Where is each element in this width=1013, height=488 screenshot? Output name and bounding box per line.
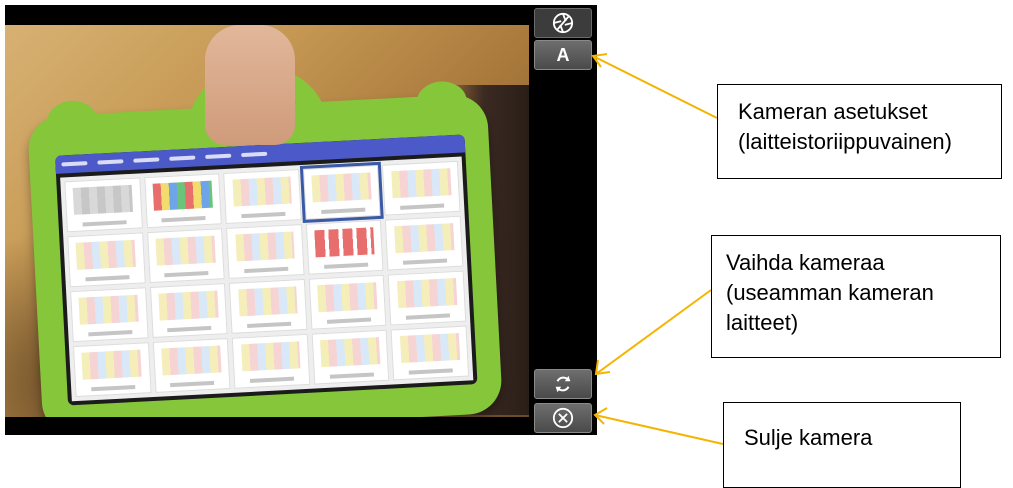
callout-line: Sulje kamera (744, 425, 873, 450)
arrow-to-settings (592, 55, 718, 119)
arrow-to-switch (595, 289, 712, 375)
callout-close-camera: Sulje kamera (723, 402, 961, 488)
callout-line: laitteet) (726, 310, 799, 335)
arrow-to-close (594, 414, 724, 445)
callout-camera-settings: Kameran asetukset (laitteistoriippuvaine… (717, 84, 1002, 179)
callout-switch-camera: Vaihda kameraa (useamman kameran laittee… (711, 235, 1001, 358)
callout-line: Kameran asetukset (738, 99, 928, 124)
callout-line: (laitteistoriippuvainen) (738, 129, 952, 154)
callout-line: Vaihda kameraa (726, 250, 885, 275)
callout-line: (useamman kameran (726, 280, 934, 305)
